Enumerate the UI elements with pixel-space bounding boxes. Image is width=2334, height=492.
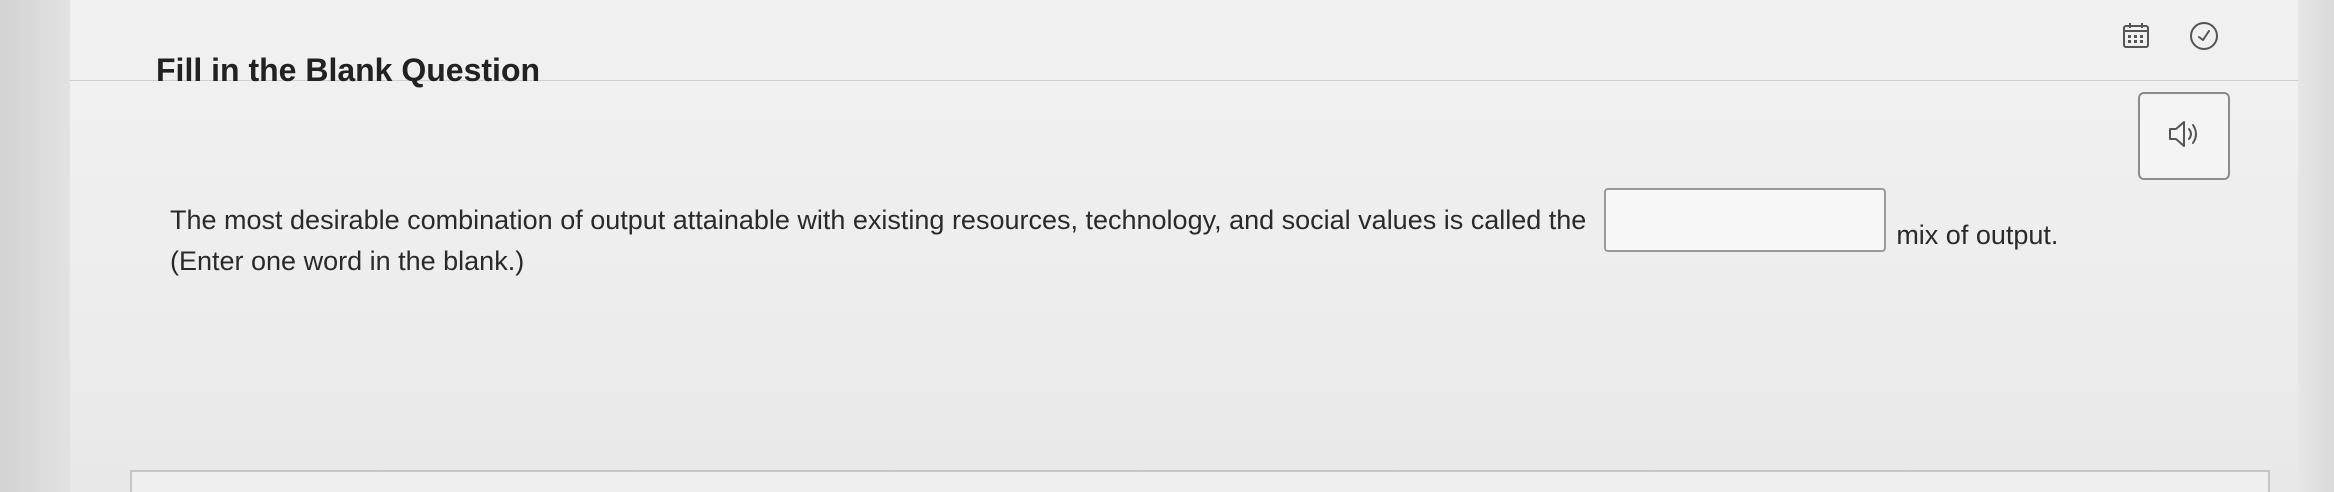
speaker-icon	[2166, 118, 2202, 155]
read-aloud-button[interactable]	[2138, 92, 2230, 180]
question-card: Fill in the Blank Question The most desi…	[70, 0, 2298, 492]
right-gutter	[2298, 0, 2334, 492]
left-gutter	[0, 0, 70, 492]
question-prompt: The most desirable combination of output…	[170, 188, 2058, 252]
prompt-text-before: The most desirable combination of output…	[170, 204, 1587, 235]
answer-panel	[130, 470, 2270, 492]
question-title: Fill in the Blank Question	[156, 52, 541, 88]
blank-answer-input[interactable]	[1604, 188, 1887, 252]
prompt-text-after: mix of output.	[1896, 219, 2059, 250]
clock-icon[interactable]	[2186, 18, 2222, 54]
answer-hint: (Enter one word in the blank.)	[170, 246, 525, 276]
calculator-icon[interactable]	[2118, 18, 2154, 54]
